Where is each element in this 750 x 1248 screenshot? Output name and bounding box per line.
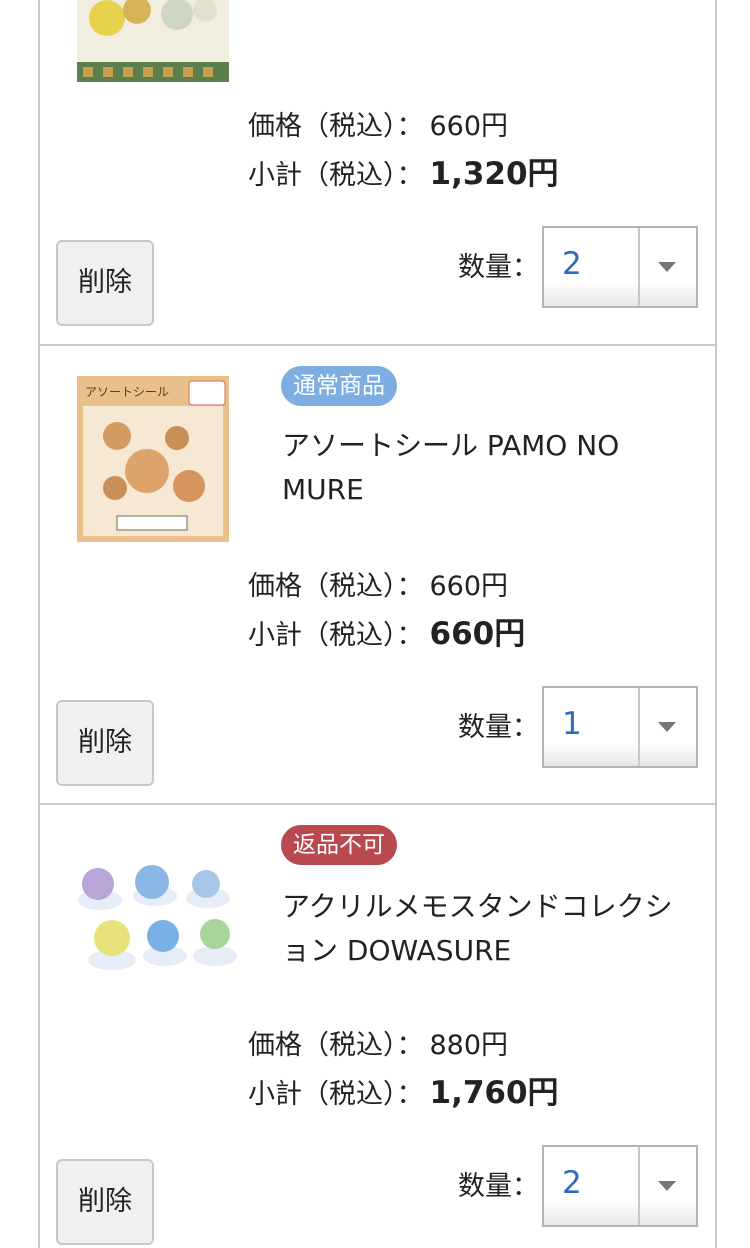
quantity-label: 数量： (458, 252, 539, 283)
chevron-down-icon[interactable] (658, 1181, 676, 1191)
quantity-select[interactable]: 1 (542, 686, 698, 768)
product-thumbnail[interactable] (77, 0, 229, 82)
subtotal-label: 小計（税込）： (248, 160, 424, 191)
thumb-sticker-label: アソートシール (85, 385, 169, 399)
select-separator (638, 688, 640, 766)
quantity-value: 1 (562, 706, 582, 742)
subtotal-value: 1,320円 (429, 156, 559, 192)
price-label: 価格（税込）： (248, 571, 424, 602)
sticker-pack-image (77, 0, 229, 82)
chevron-down-icon[interactable] (658, 262, 676, 272)
product-title[interactable]: アソートシール PAMO NO MURE (282, 424, 682, 512)
quantity-value: 2 (562, 246, 582, 282)
product-title[interactable]: アクリルメモスタンドコレクション DOWASURE (282, 885, 682, 973)
price-row: 価格（税込）： 660円 (248, 570, 508, 604)
quantity-label: 数量： (458, 1171, 539, 1202)
subtotal-label: 小計（税込）： (248, 620, 424, 651)
chevron-down-icon[interactable] (658, 722, 676, 732)
quantity-value: 2 (562, 1165, 582, 1201)
item-divider (38, 803, 717, 805)
price-value: 660円 (429, 111, 509, 142)
price-label: 価格（税込）： (248, 111, 424, 142)
subtotal-value: 1,760円 (429, 1075, 559, 1111)
acrylic-stand-image (70, 860, 240, 975)
subtotal-row: 小計（税込）： 1,760円 (248, 1076, 559, 1112)
select-separator (638, 228, 640, 306)
product-thumbnail[interactable] (70, 860, 240, 975)
subtotal-label: 小計（税込）： (248, 1079, 424, 1110)
subtotal-row: 小計（税込）： 660円 (248, 617, 525, 653)
product-thumbnail[interactable]: アソートシール (77, 376, 229, 542)
price-row: 価格（税込）： 880円 (248, 1029, 508, 1063)
status-badge: 返品不可 (281, 825, 397, 865)
price-value: 880円 (429, 1030, 509, 1061)
select-separator (638, 1147, 640, 1225)
cart-frame-right-border (715, 0, 717, 1248)
quantity-select[interactable]: 2 (542, 226, 698, 308)
sticker-sheet-image: アソートシール (77, 376, 229, 542)
price-row: 価格（税込）： 660円 (248, 110, 508, 144)
cart-frame-left-border (38, 0, 40, 1248)
price-label: 価格（税込）： (248, 1030, 424, 1061)
subtotal-value: 660円 (429, 616, 526, 652)
delete-button[interactable]: 削除 (56, 700, 154, 786)
subtotal-row: 小計（税込）： 1,320円 (248, 157, 559, 193)
price-value: 660円 (429, 571, 509, 602)
delete-button[interactable]: 削除 (56, 240, 154, 326)
item-divider (38, 344, 717, 346)
quantity-select[interactable]: 2 (542, 1145, 698, 1227)
status-badge: 通常商品 (281, 366, 397, 406)
delete-button[interactable]: 削除 (56, 1159, 154, 1245)
quantity-label: 数量： (458, 712, 539, 743)
